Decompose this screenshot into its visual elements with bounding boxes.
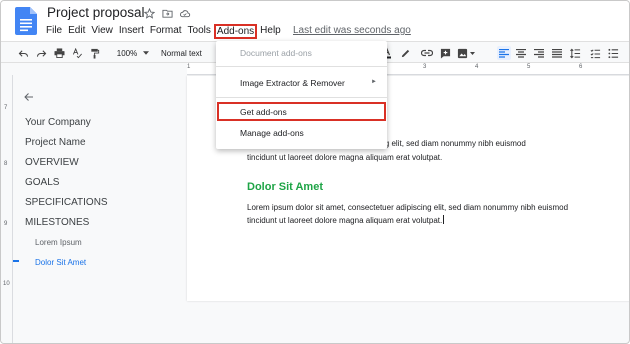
menu-file[interactable]: File [43, 24, 65, 39]
redo-icon[interactable] [35, 46, 47, 60]
outline-subitem-active[interactable]: Dolor Sit Amet [35, 258, 86, 267]
star-icon[interactable] [142, 6, 156, 20]
menu-item-document-addons: Document add-ons [240, 48, 312, 58]
menu-item-get-addons[interactable]: Get add-ons [240, 107, 287, 117]
ruler-number: 6 [579, 64, 583, 70]
outline-active-indicator [13, 260, 19, 262]
style-select[interactable]: Normal text [161, 46, 217, 60]
style-value: Normal text [161, 48, 202, 58]
chevron-down-icon [143, 51, 150, 55]
outline-item[interactable]: SPECIFICATIONS [25, 197, 108, 208]
undo-icon[interactable] [17, 46, 29, 60]
align-left-icon[interactable] [497, 46, 511, 60]
cloud-status-icon[interactable] [178, 6, 192, 20]
outline-item[interactable]: GOALS [25, 177, 59, 188]
outline-item[interactable]: OVERVIEW [25, 157, 79, 168]
align-center-icon[interactable] [515, 46, 527, 60]
zoom-select[interactable]: 100% [113, 46, 153, 60]
header: Project proposal File Edit View Insert F… [1, 1, 629, 41]
bulleted-list-icon[interactable] [607, 46, 619, 60]
menu-help[interactable]: Help [257, 24, 284, 39]
outline-item[interactable]: Project Name [25, 137, 86, 148]
menu-insert[interactable]: Insert [116, 24, 147, 39]
last-edit-link[interactable]: Last edit was seconds ago [293, 25, 411, 36]
docs-logo-icon[interactable] [15, 7, 37, 35]
highlight-color-icon[interactable] [399, 46, 411, 60]
insert-comment-icon[interactable] [439, 46, 451, 60]
print-icon[interactable] [53, 46, 65, 60]
addons-dropdown-menu: Document add-ons Image Extractor & Remov… [216, 41, 387, 149]
menu-edit[interactable]: Edit [65, 24, 88, 39]
ruler-number: 8 [4, 161, 8, 167]
close-outline-arrow-icon[interactable] [23, 91, 35, 103]
menu-view[interactable]: View [88, 24, 116, 39]
paragraph-line[interactable]: tincidunt ut laoreet dolore magna aliqua… [247, 151, 442, 165]
menu-tools[interactable]: Tools [185, 24, 214, 39]
spellcheck-icon[interactable] [71, 46, 83, 60]
menu-format[interactable]: Format [147, 24, 185, 39]
move-to-folder-icon[interactable] [160, 6, 174, 20]
zoom-value: 100% [116, 48, 138, 58]
chevron-down-icon [470, 51, 475, 55]
justify-icon[interactable] [551, 46, 563, 60]
paragraph-text: tincidunt ut laoreet dolore magna aliqua… [247, 216, 443, 225]
submenu-arrow-icon: ► [371, 79, 377, 85]
paragraph-line[interactable]: Lorem ipsum dolor sit amet, consectetuer… [247, 201, 568, 215]
text-cursor [443, 215, 445, 224]
outline-item[interactable]: MILESTONES [25, 217, 89, 228]
insert-image-icon[interactable] [457, 46, 475, 60]
menu-bar: File Edit View Insert Format Tools Add-o… [43, 24, 284, 39]
checklist-icon[interactable] [589, 46, 601, 60]
title-actions [142, 6, 192, 20]
ruler-number: 5 [527, 64, 531, 70]
menu-divider [216, 66, 387, 67]
menu-item-manage-addons[interactable]: Manage add-ons [240, 128, 304, 138]
document-title[interactable]: Project proposal [47, 5, 145, 20]
outline-subitem[interactable]: Lorem Ipsum [35, 238, 82, 247]
menu-divider [216, 97, 387, 98]
ruler-number: 9 [4, 221, 8, 227]
menu-addons[interactable]: Add-ons [213, 24, 258, 39]
paragraph-line[interactable]: tincidunt ut laoreet dolore magna aliqua… [247, 214, 445, 228]
document-heading[interactable]: Dolor Sit Amet [247, 181, 323, 193]
outline-item[interactable]: Your Company [25, 117, 91, 128]
ruler-number: 1 [187, 64, 191, 70]
app-window: Project proposal File Edit View Insert F… [0, 0, 630, 344]
vertical-ruler[interactable]: 7 8 9 10 [1, 75, 13, 343]
ruler-number: 4 [475, 64, 479, 70]
ruler-number: 7 [4, 105, 8, 111]
align-right-icon[interactable] [533, 46, 545, 60]
ruler-number: 3 [423, 64, 427, 70]
ruler-number: 10 [3, 281, 10, 287]
menu-item-image-extractor[interactable]: Image Extractor & Remover [240, 78, 345, 88]
paint-format-icon[interactable] [89, 46, 101, 60]
line-spacing-icon[interactable] [569, 46, 581, 60]
insert-link-icon[interactable] [421, 46, 433, 60]
